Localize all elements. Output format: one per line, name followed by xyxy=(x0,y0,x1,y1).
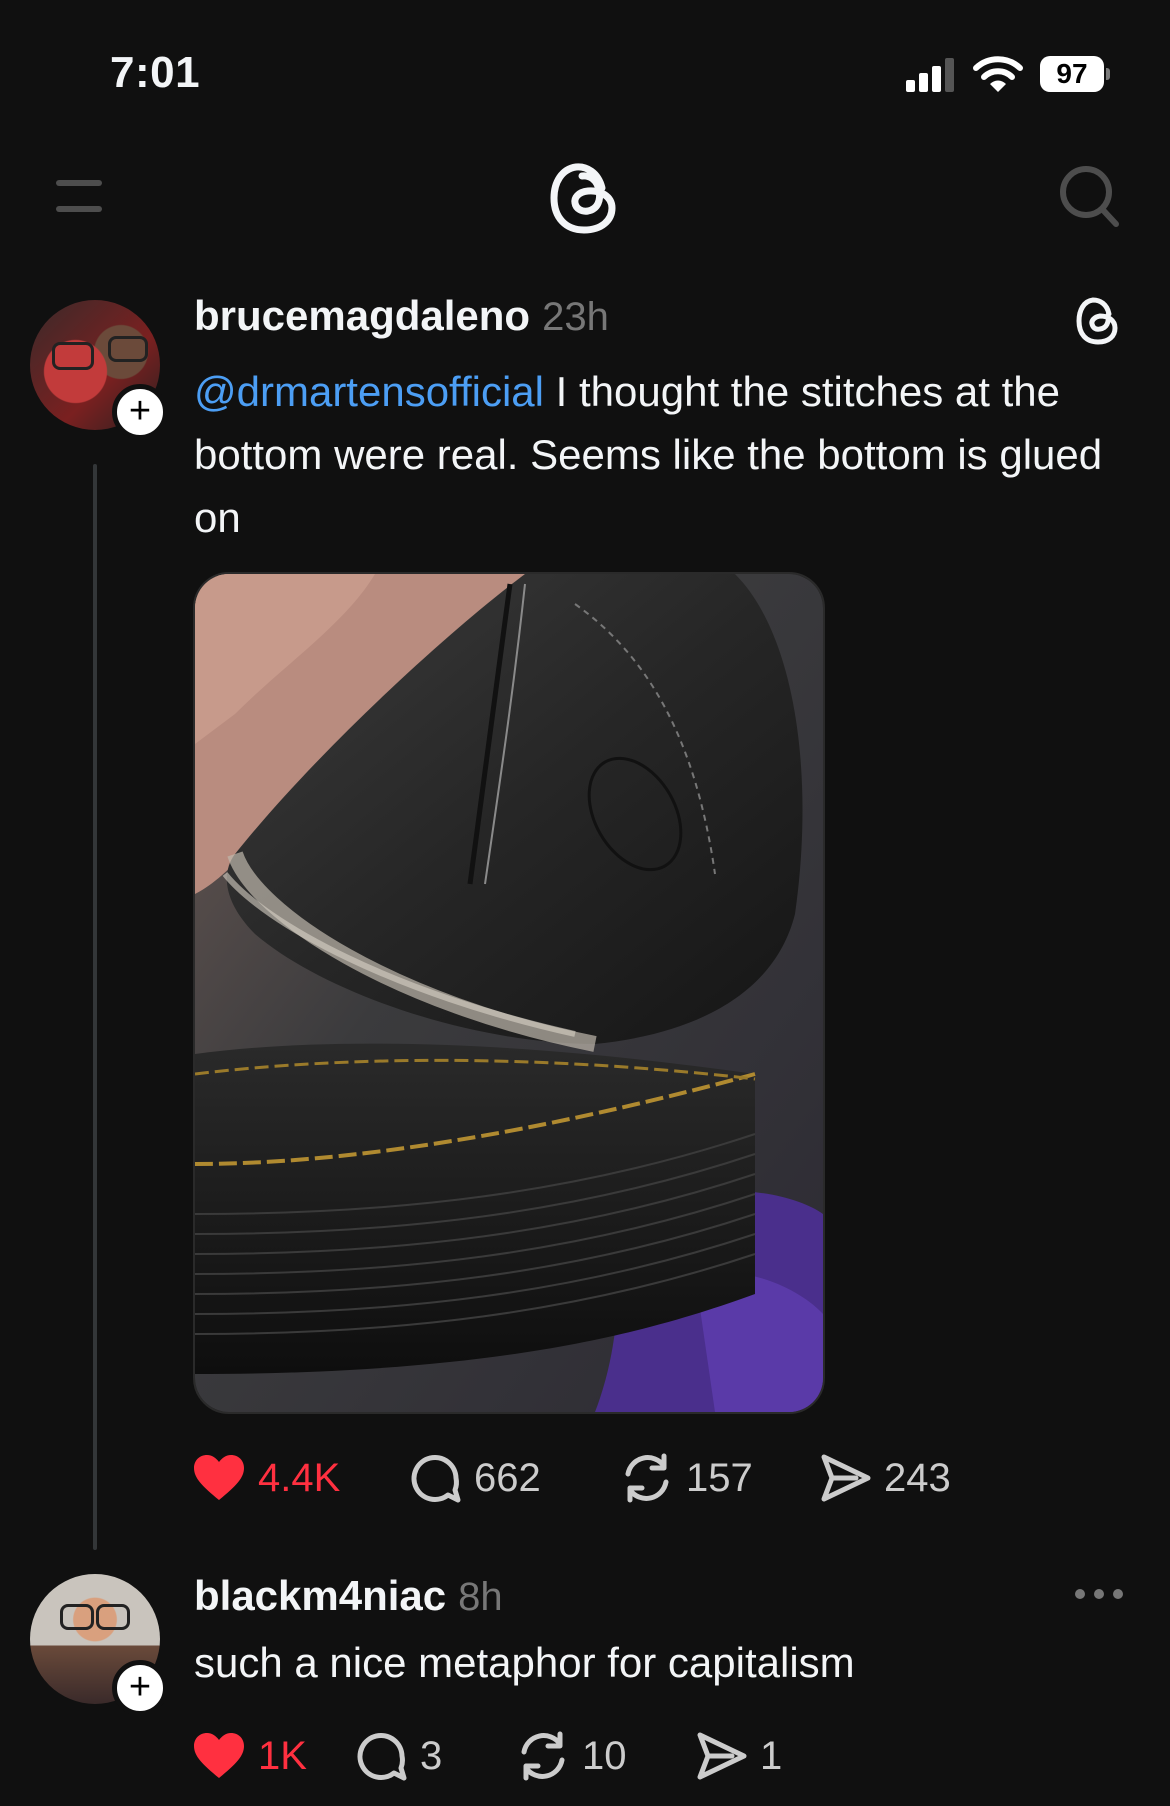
reply-bubble-icon xyxy=(357,1733,407,1781)
cellular-signal-icon xyxy=(906,58,954,92)
reply-header: blackm4niac 8h xyxy=(194,1572,503,1620)
reply-follow-plus-button[interactable]: + xyxy=(112,1660,168,1716)
reply-count: 662 xyxy=(474,1455,541,1500)
avatar-glasses-left xyxy=(52,342,94,370)
heart-filled-icon xyxy=(194,1455,244,1500)
post-text: @drmartensofficial I thought the stitche… xyxy=(194,360,1124,549)
status-time: 7:01 xyxy=(110,48,201,97)
more-options-icon[interactable] xyxy=(1074,1582,1124,1606)
like-button[interactable]: 4.4K xyxy=(192,1454,348,1502)
reply-bubble-icon xyxy=(411,1455,461,1503)
send-icon xyxy=(697,1732,747,1780)
send-icon xyxy=(821,1454,871,1502)
threads-logo[interactable] xyxy=(548,158,620,238)
follow-plus-button[interactable]: + xyxy=(112,384,168,440)
repost-button[interactable]: 157 xyxy=(620,1452,820,1504)
post-username[interactable]: brucemagdaleno xyxy=(194,292,530,339)
reply-username[interactable]: blackm4niac xyxy=(194,1572,446,1619)
post-time: 23h xyxy=(542,295,609,339)
like-count: 4.4K xyxy=(258,1455,341,1500)
battery-indicator: 97 xyxy=(1040,56,1110,92)
post-image[interactable] xyxy=(193,572,825,1414)
reply-like-button[interactable]: 1K xyxy=(192,1732,356,1780)
post-header: brucemagdaleno 23h xyxy=(194,292,609,340)
avatar-glasses-right xyxy=(108,336,148,362)
reply-share-button[interactable]: 1 xyxy=(696,1731,816,1781)
share-button[interactable]: 243 xyxy=(820,1453,980,1503)
wifi-icon xyxy=(973,56,1023,92)
post-actions: 4.4K 662 157 243 xyxy=(192,1452,980,1504)
threads-badge-icon xyxy=(1076,297,1118,345)
reply-repost-button[interactable]: 10 xyxy=(516,1730,696,1782)
shoe-photo xyxy=(195,574,823,1412)
mention-link[interactable]: @drmartensofficial xyxy=(194,368,544,415)
battery-level: 97 xyxy=(1040,56,1104,92)
reply-share-count: 1 xyxy=(760,1733,783,1778)
share-count: 243 xyxy=(884,1455,951,1500)
reply-reply-count: 3 xyxy=(420,1733,443,1778)
battery-nub xyxy=(1106,68,1110,80)
heart-filled-icon xyxy=(194,1733,244,1778)
thread-line xyxy=(93,464,97,1550)
reply-time: 8h xyxy=(458,1575,503,1619)
repost-icon xyxy=(625,1453,669,1503)
menu-icon[interactable] xyxy=(54,176,106,216)
reply-avatar-glasses-right xyxy=(96,1604,130,1630)
reply-reply-button[interactable]: 3 xyxy=(356,1730,516,1782)
repost-count: 157 xyxy=(686,1455,753,1500)
reply-avatar-glasses-left xyxy=(60,1604,94,1630)
reply-actions: 1K 3 10 1 xyxy=(192,1730,816,1782)
reply-text: such a nice metaphor for capitalism xyxy=(194,1639,855,1686)
reply-repost-count: 10 xyxy=(582,1733,627,1778)
reply-button[interactable]: 662 xyxy=(410,1452,620,1504)
repost-icon xyxy=(521,1731,565,1781)
reply-like-count: 1K xyxy=(258,1733,307,1778)
search-icon[interactable] xyxy=(1058,164,1120,228)
